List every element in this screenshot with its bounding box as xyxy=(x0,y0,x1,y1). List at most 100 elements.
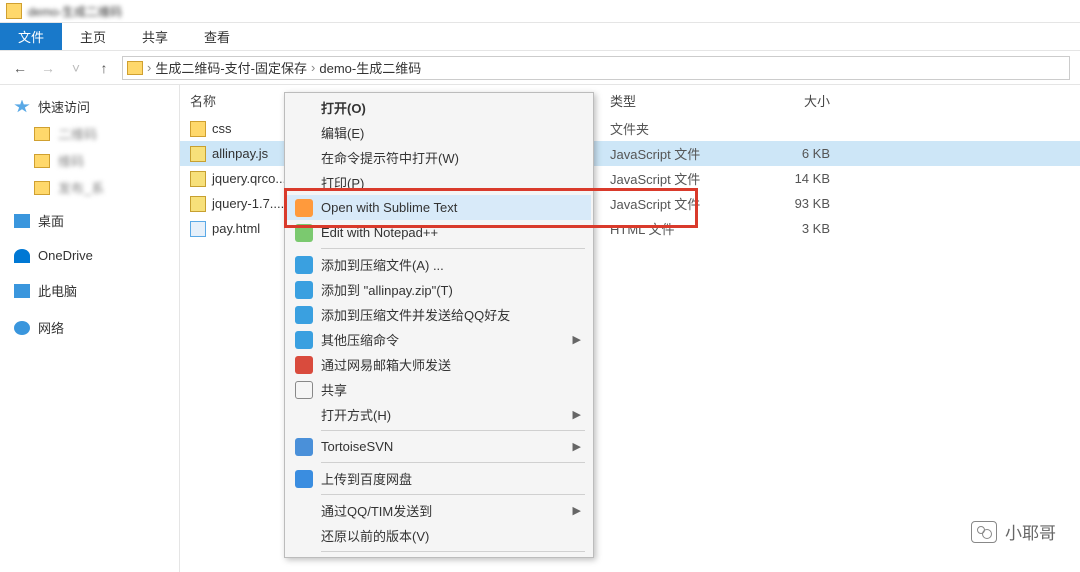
menu-label: 添加到压缩文件并发送给QQ好友 xyxy=(321,305,510,324)
sidebar-label: 二维码 xyxy=(58,124,97,143)
chevron-right-icon: ▶ xyxy=(573,440,581,453)
context-menu: 打开(O) 编辑(E) 在命令提示符中打开(W) 打印(P) Open with… xyxy=(284,92,594,558)
folder-icon xyxy=(190,121,206,137)
col-size[interactable]: 大小 xyxy=(740,91,830,110)
sidebar-quick-access[interactable]: 快速访问 xyxy=(0,93,179,120)
file-size: 3 KB xyxy=(740,221,830,236)
sidebar-desktop[interactable]: 桌面 xyxy=(0,207,179,234)
archive-icon xyxy=(295,281,313,299)
sidebar-label: 维码 xyxy=(58,151,84,170)
sidebar-this-pc[interactable]: 此电脑 xyxy=(0,277,179,304)
sidebar-item[interactable]: 发布_系 xyxy=(0,174,179,201)
menu-label: 添加到压缩文件(A) ... xyxy=(321,255,444,274)
menu-upload-baidu[interactable]: 上传到百度网盘 xyxy=(287,466,591,491)
sidebar-item[interactable]: 维码 xyxy=(0,147,179,174)
breadcrumb-part-0[interactable]: 生成二维码-支付-固定保存 xyxy=(155,58,307,77)
sidebar: 快速访问 二维码 维码 发布_系 桌面 OneDrive 此电脑 网络 xyxy=(0,85,180,572)
archive-icon xyxy=(295,331,313,349)
watermark-text: 小耶哥 xyxy=(1005,519,1056,544)
menu-separator xyxy=(321,551,585,552)
menu-add-archive[interactable]: 添加到压缩文件(A) ... xyxy=(287,252,591,277)
file-size: 6 KB xyxy=(740,146,830,161)
menu-share[interactable]: 共享 xyxy=(287,377,591,402)
nav-back[interactable]: ← xyxy=(10,58,30,78)
breadcrumb-sep: › xyxy=(147,60,151,75)
menu-prev-version[interactable]: 还原以前的版本(V) xyxy=(287,523,591,548)
baidu-icon xyxy=(295,470,313,488)
col-type[interactable]: 类型 xyxy=(610,91,740,110)
file-type: JavaScript 文件 xyxy=(610,194,740,213)
tab-share[interactable]: 共享 xyxy=(124,23,186,50)
menu-separator xyxy=(321,430,585,431)
menu-add-send-qq[interactable]: 添加到压缩文件并发送给QQ好友 xyxy=(287,302,591,327)
sidebar-network[interactable]: 网络 xyxy=(0,314,179,341)
desktop-icon xyxy=(14,214,30,228)
sidebar-label: 桌面 xyxy=(38,211,64,230)
netease-icon xyxy=(295,356,313,374)
window-title: demo-生成二维码 xyxy=(28,3,122,20)
breadcrumb[interactable]: › 生成二维码-支付-固定保存 › demo-生成二维码 xyxy=(122,56,1070,80)
sublime-icon xyxy=(295,199,313,217)
menu-notepadpp[interactable]: Edit with Notepad++ xyxy=(287,220,591,245)
menu-separator xyxy=(321,248,585,249)
tab-view[interactable]: 查看 xyxy=(186,23,248,50)
menu-label: 编辑(E) xyxy=(321,123,364,142)
navigation-bar: ← → ˅ ↑ › 生成二维码-支付-固定保存 › demo-生成二维码 xyxy=(0,51,1080,85)
nav-up[interactable]: ↑ xyxy=(94,58,114,78)
menu-label: 打印(P) xyxy=(321,173,364,192)
menu-netease-send[interactable]: 通过网易邮箱大师发送 xyxy=(287,352,591,377)
menu-label: 其他压缩命令 xyxy=(321,330,399,349)
menu-open-sublime[interactable]: Open with Sublime Text xyxy=(287,195,591,220)
sidebar-onedrive[interactable]: OneDrive xyxy=(0,244,179,267)
menu-separator xyxy=(321,494,585,495)
file-size: 93 KB xyxy=(740,196,830,211)
sidebar-label: 网络 xyxy=(38,318,64,337)
chevron-right-icon: ▶ xyxy=(573,408,581,421)
sidebar-label: OneDrive xyxy=(38,248,93,263)
menu-label: TortoiseSVN xyxy=(321,439,393,454)
menu-label: 通过QQ/TIM发送到 xyxy=(321,501,432,520)
chevron-right-icon: ▶ xyxy=(573,333,581,346)
sidebar-label: 发布_系 xyxy=(58,178,104,197)
sidebar-item[interactable]: 二维码 xyxy=(0,120,179,147)
pc-icon xyxy=(14,284,30,298)
menu-open-with[interactable]: 打开方式(H) ▶ xyxy=(287,402,591,427)
menu-print[interactable]: 打印(P) xyxy=(287,170,591,195)
file-type: HTML 文件 xyxy=(610,219,740,238)
folder-icon xyxy=(34,154,50,168)
nav-recent[interactable]: ˅ xyxy=(66,58,86,78)
tab-home[interactable]: 主页 xyxy=(62,23,124,50)
menu-other-compress[interactable]: 其他压缩命令 ▶ xyxy=(287,327,591,352)
folder-icon xyxy=(6,3,22,19)
js-icon xyxy=(190,196,206,212)
chevron-right-icon: ▶ xyxy=(573,504,581,517)
breadcrumb-part-1[interactable]: demo-生成二维码 xyxy=(319,58,421,77)
breadcrumb-sep: › xyxy=(311,60,315,75)
menu-add-zip[interactable]: 添加到 "allinpay.zip"(T) xyxy=(287,277,591,302)
folder-icon xyxy=(34,127,50,141)
menu-edit[interactable]: 编辑(E) xyxy=(287,120,591,145)
file-type: JavaScript 文件 xyxy=(610,144,740,163)
menu-label: Edit with Notepad++ xyxy=(321,225,438,240)
menu-send-qq-tim[interactable]: 通过QQ/TIM发送到 ▶ xyxy=(287,498,591,523)
archive-icon xyxy=(295,306,313,324)
sidebar-label: 此电脑 xyxy=(38,281,77,300)
menu-label: 上传到百度网盘 xyxy=(321,469,412,488)
menu-open[interactable]: 打开(O) xyxy=(287,95,591,120)
network-icon xyxy=(14,321,30,335)
menu-cmd-open[interactable]: 在命令提示符中打开(W) xyxy=(287,145,591,170)
cloud-icon xyxy=(14,249,30,263)
wechat-icon xyxy=(971,521,997,543)
js-icon xyxy=(190,171,206,187)
notepadpp-icon xyxy=(295,224,313,242)
menu-label: 共享 xyxy=(321,380,347,399)
star-icon xyxy=(14,100,30,114)
menu-label: Open with Sublime Text xyxy=(321,200,457,215)
tab-file[interactable]: 文件 xyxy=(0,23,62,50)
sidebar-label: 快速访问 xyxy=(38,97,90,116)
nav-forward[interactable]: → xyxy=(38,58,58,78)
file-type: JavaScript 文件 xyxy=(610,169,740,188)
menu-tortoise-svn[interactable]: TortoiseSVN ▶ xyxy=(287,434,591,459)
tortoise-icon xyxy=(295,438,313,456)
menu-label: 在命令提示符中打开(W) xyxy=(321,148,459,167)
